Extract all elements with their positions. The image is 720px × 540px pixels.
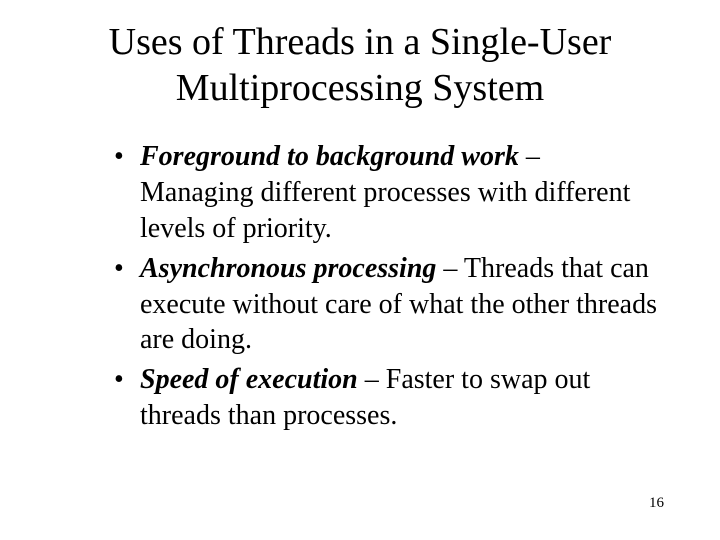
bullet-term: Speed of execution [140, 364, 358, 395]
bullet-dash: – [519, 141, 540, 172]
bullet-term: Asynchronous processing [140, 253, 436, 284]
bullet-dash: – [436, 253, 464, 284]
bullet-dot: • [114, 251, 124, 287]
slide-title: Uses of Threads in a Single-User Multipr… [60, 20, 660, 111]
list-item: • Foreground to background work – Managi… [110, 139, 660, 246]
bullet-dash: – [358, 364, 386, 395]
page-number: 16 [649, 495, 664, 512]
bullet-list: • Foreground to background work – Managi… [110, 139, 660, 434]
list-item: • Asynchronous processing – Threads that… [110, 251, 660, 358]
bullet-term: Foreground to background work [140, 141, 519, 172]
list-item: • Speed of execution – Faster to swap ou… [110, 362, 660, 434]
bullet-dot: • [114, 362, 124, 398]
bullet-desc: Managing different processes with differ… [140, 177, 630, 244]
bullet-dot: • [114, 139, 124, 175]
